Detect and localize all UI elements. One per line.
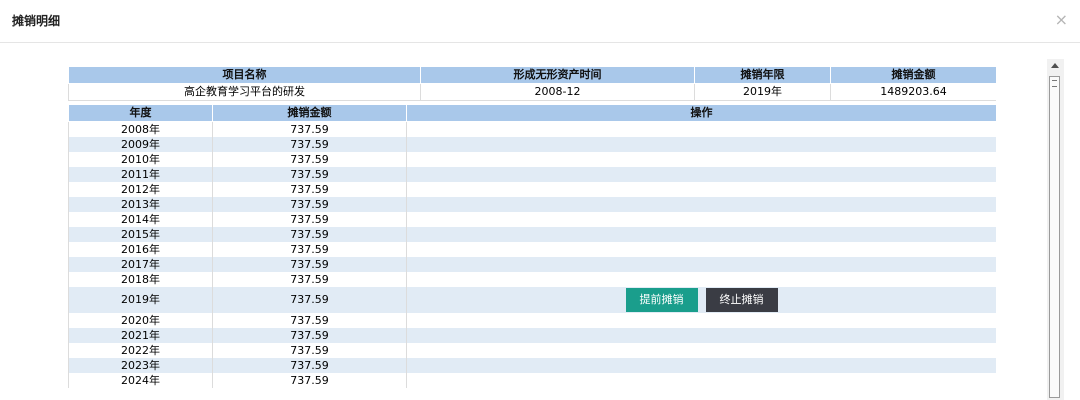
amount-cell: 737.59 xyxy=(212,373,407,388)
table-row: 2008年 737.59 xyxy=(68,121,996,137)
yearly-rows: 2008年 737.59 2009年 737.59 2010年 737.59 2011年 73… xyxy=(68,121,996,388)
year-cell: 2009年 xyxy=(68,137,213,152)
vertical-scrollbar[interactable] xyxy=(1047,59,1064,400)
year-cell: 2020年 xyxy=(68,313,213,328)
table-row: 2017年 737.59 xyxy=(68,257,996,272)
amount-cell: 737.59 xyxy=(212,182,407,197)
amount-cell: 737.59 xyxy=(212,358,407,373)
amount-cell: 737.59 xyxy=(212,197,407,212)
table-row: 2014年 737.59 xyxy=(68,212,996,227)
header-amortization-amount: 摊销金额 xyxy=(830,66,996,84)
amount-cell: 737.59 xyxy=(212,328,407,343)
year-cell: 2011年 xyxy=(68,167,213,182)
stop-amortization-button[interactable]: 终止摊销 xyxy=(705,288,778,312)
amount-cell: 737.59 xyxy=(212,272,407,287)
header-asset-formation-time: 形成无形资产时间 xyxy=(420,66,695,84)
operation-cell xyxy=(406,313,996,328)
header-project-name: 项目名称 xyxy=(68,66,421,84)
operation-cell: 提前摊销 终止摊销 xyxy=(406,287,996,313)
operation-cell xyxy=(406,197,996,212)
header-amortization-period: 摊销年限 xyxy=(694,66,831,84)
scroll-thumb[interactable] xyxy=(1049,76,1060,398)
operation-cell xyxy=(406,167,996,182)
amount-cell: 737.59 xyxy=(212,227,407,242)
early-amortization-button[interactable]: 提前摊销 xyxy=(625,288,698,312)
year-cell: 2015年 xyxy=(68,227,213,242)
close-icon[interactable]: × xyxy=(1055,10,1068,30)
operation-cell xyxy=(406,242,996,257)
amount-cell: 737.59 xyxy=(212,313,407,328)
project-info-table: 项目名称 形成无形资产时间 摊销年限 摊销金额 高企教育学习平台的研发 2008… xyxy=(68,66,996,101)
year-cell: 2017年 xyxy=(68,257,213,272)
table-row: 2022年 737.59 xyxy=(68,343,996,358)
asset-formation-time-cell: 2008-12 xyxy=(420,83,695,101)
year-cell: 2019年 xyxy=(68,287,213,313)
header-operation: 操作 xyxy=(406,104,996,122)
amount-cell: 737.59 xyxy=(212,343,407,358)
year-cell: 2012年 xyxy=(68,182,213,197)
amount-cell: 737.59 xyxy=(212,257,407,272)
table-row: 2020年 737.59 xyxy=(68,313,996,328)
table-row: 2021年 737.59 xyxy=(68,328,996,343)
year-cell: 2010年 xyxy=(68,152,213,167)
year-cell: 2014年 xyxy=(68,212,213,227)
year-cell: 2008年 xyxy=(68,121,213,137)
operation-cell xyxy=(406,358,996,373)
table-row: 2015年 737.59 xyxy=(68,227,996,242)
table-row: 2016年 737.59 xyxy=(68,242,996,257)
yearly-header-row: 年度 摊销金额 操作 xyxy=(68,104,996,122)
amount-cell: 737.59 xyxy=(212,121,407,137)
table-row: 2011年 737.59 xyxy=(68,167,996,182)
amortization-detail-modal: 摊销明细 × 项目名称 形成无形资产时间 摊销年限 摊销金额 高企教育学习平台的… xyxy=(0,0,1080,400)
operation-cell xyxy=(406,257,996,272)
year-cell: 2024年 xyxy=(68,373,213,388)
operation-cell xyxy=(406,212,996,227)
project-info-row: 高企教育学习平台的研发 2008-12 2019年 1489203.64 xyxy=(68,83,996,101)
amount-cell: 737.59 xyxy=(212,152,407,167)
project-info-header-row: 项目名称 形成无形资产时间 摊销年限 摊销金额 xyxy=(68,66,996,84)
operation-cell xyxy=(406,343,996,358)
amount-cell: 737.59 xyxy=(212,167,407,182)
amount-cell: 737.59 xyxy=(212,287,407,313)
operation-cell xyxy=(406,121,996,137)
year-cell: 2013年 xyxy=(68,197,213,212)
table-row: 2019年 737.59 提前摊销 终止摊销 xyxy=(68,287,996,313)
year-cell: 2018年 xyxy=(68,272,213,287)
year-cell: 2023年 xyxy=(68,358,213,373)
operation-cell xyxy=(406,137,996,152)
table-row: 2013年 737.59 xyxy=(68,197,996,212)
project-name-cell: 高企教育学习平台的研发 xyxy=(68,83,421,101)
table-row: 2012年 737.59 xyxy=(68,182,996,197)
amortization-period-cell: 2019年 xyxy=(694,83,831,101)
yearly-amortization-table: 年度 摊销金额 操作 2008年 737.59 2009年 737.59 2010年 73… xyxy=(68,104,996,388)
operation-cell xyxy=(406,272,996,287)
year-cell: 2016年 xyxy=(68,242,213,257)
table-row: 2024年 737.59 xyxy=(68,373,996,388)
operation-cell xyxy=(406,328,996,343)
thumb-grip-icon xyxy=(1052,80,1057,87)
operation-cell xyxy=(406,152,996,167)
table-row: 2018年 737.59 xyxy=(68,272,996,287)
amount-cell: 737.59 xyxy=(212,137,407,152)
table-row: 2023年 737.59 xyxy=(68,358,996,373)
modal-title: 摊销明细 xyxy=(12,14,61,28)
amortization-amount-cell: 1489203.64 xyxy=(830,83,996,101)
scroll-up-arrow-icon[interactable] xyxy=(1051,63,1059,68)
amount-cell: 737.59 xyxy=(212,212,407,227)
operation-cell xyxy=(406,373,996,388)
operation-cell xyxy=(406,182,996,197)
modal-header: 摊销明细 × xyxy=(0,0,1080,43)
operation-cell xyxy=(406,227,996,242)
header-year: 年度 xyxy=(68,104,213,122)
header-amount: 摊销金额 xyxy=(212,104,407,122)
amount-cell: 737.59 xyxy=(212,242,407,257)
table-row: 2010年 737.59 xyxy=(68,152,996,167)
year-cell: 2021年 xyxy=(68,328,213,343)
year-cell: 2022年 xyxy=(68,343,213,358)
table-row: 2009年 737.59 xyxy=(68,137,996,152)
modal-content: 项目名称 形成无形资产时间 摊销年限 摊销金额 高企教育学习平台的研发 2008… xyxy=(68,66,996,400)
